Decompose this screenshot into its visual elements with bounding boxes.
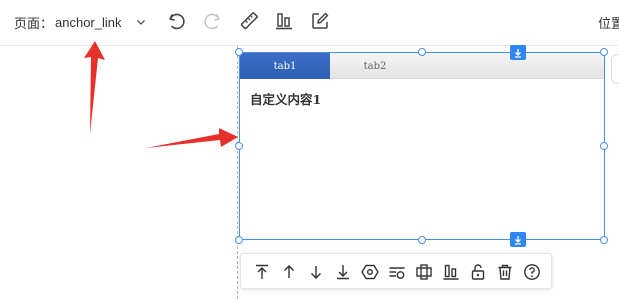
help-icon[interactable] [522, 262, 542, 282]
resize-handle-bottom-left[interactable] [235, 236, 243, 244]
resize-handle-top-left[interactable] [235, 48, 243, 56]
tab-component-selected[interactable]: tab1 tab2 自定义内容1 [239, 52, 605, 240]
component-toolbar [240, 253, 552, 289]
page-selector-value: anchor_link [55, 14, 122, 30]
tabs-header: tab1 tab2 [240, 53, 604, 79]
align-bottom-icon[interactable] [273, 10, 295, 32]
move-down-icon[interactable] [306, 262, 326, 282]
chevron-down-icon [136, 17, 146, 27]
resize-handle-bottom[interactable] [418, 236, 426, 244]
resize-handle-bottom-right[interactable] [600, 236, 608, 244]
undo-icon[interactable] [166, 10, 188, 32]
top-toolbar: 页面： anchor_link 位置 [0, 0, 619, 46]
alignment-guide-line [237, 46, 238, 299]
move-to-bottom-icon[interactable] [333, 262, 353, 282]
resize-handle-top[interactable] [418, 48, 426, 56]
add-row-icon[interactable] [387, 262, 407, 282]
tab-2[interactable]: tab2 [330, 53, 420, 79]
drag-down-icon[interactable] [510, 232, 526, 247]
resize-handle-top-right[interactable] [600, 48, 608, 56]
redo-icon[interactable] [201, 10, 223, 32]
settings-hex-icon[interactable] [360, 262, 380, 282]
align-bottom-icon[interactable] [441, 262, 461, 282]
ruler-icon[interactable] [238, 10, 260, 32]
resize-handle-left[interactable] [235, 142, 243, 150]
resize-handle-right[interactable] [600, 142, 608, 150]
edit-icon[interactable] [309, 10, 331, 32]
position-label: 位置 [598, 16, 619, 31]
center-align-icon[interactable] [414, 262, 434, 282]
tab-1[interactable]: tab1 [240, 53, 330, 79]
tab-content-text: 自定义内容1 [250, 92, 322, 107]
unlock-icon[interactable] [468, 262, 488, 282]
move-up-icon[interactable] [279, 262, 299, 282]
drag-down-icon[interactable] [510, 45, 526, 60]
page-selector-label: 页面： [14, 15, 54, 31]
page-selector[interactable]: 页面： anchor_link [14, 12, 146, 32]
side-panel-toggle[interactable] [611, 54, 619, 84]
editor-screen: 页面： anchor_link 位置 tab1 tab2 自定义内容1 [0, 0, 619, 299]
move-to-top-icon[interactable] [252, 262, 272, 282]
delete-icon[interactable] [495, 262, 515, 282]
